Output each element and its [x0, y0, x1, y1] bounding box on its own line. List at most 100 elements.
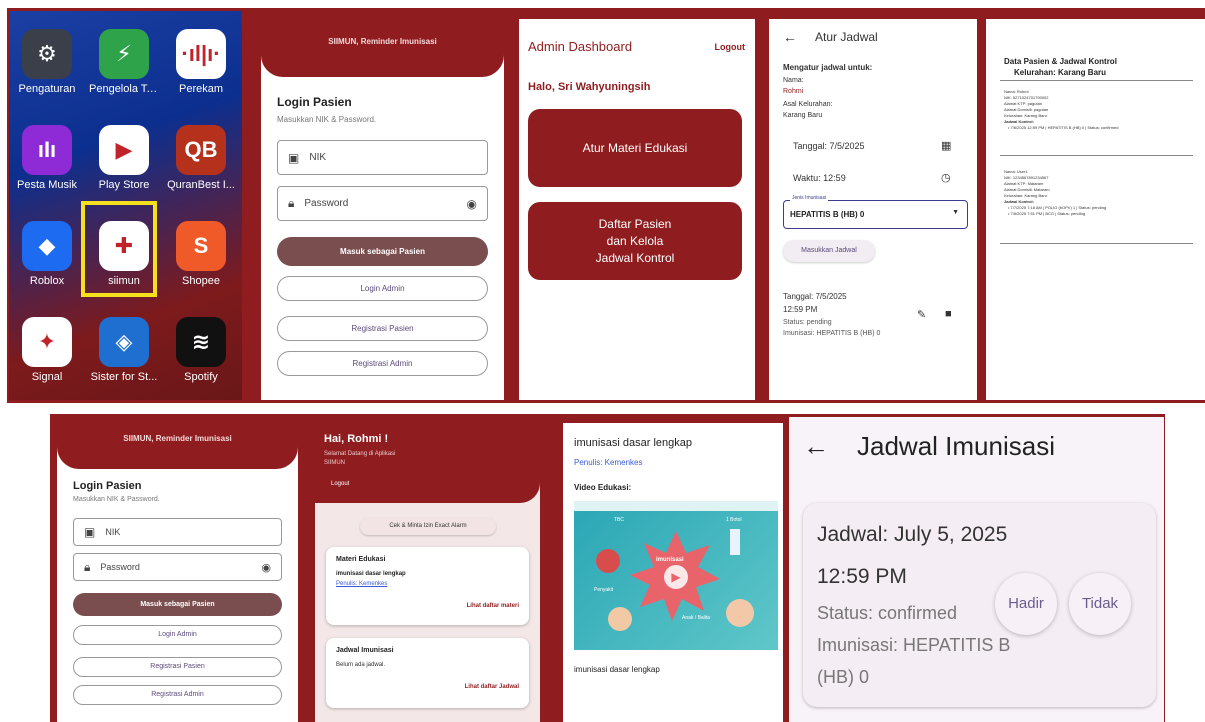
music-icon: ıIı [22, 125, 72, 175]
schedule-title: Atur Jadwal [815, 30, 878, 44]
password-placeholder-2: Password [100, 562, 140, 572]
login-patient-button-2[interactable]: Masuk sebagai Pasien [73, 593, 282, 616]
password-field-2[interactable]: 🔒︎ Password ◉ [73, 553, 282, 581]
lock-icon: 🔒︎ [84, 559, 91, 574]
app-pesta-musik[interactable]: ıIı Pesta Musik [12, 125, 82, 191]
login-subtitle-2: Masukkan NIK & Password. [73, 496, 160, 503]
patient-list-button[interactable]: Daftar Pasien dan Kelola Jadwal Kontrol [528, 202, 742, 280]
patient-list-line2: dan Kelola [606, 233, 664, 248]
video-tr-label: 1 Botol [726, 517, 742, 523]
trash-icon[interactable]: ■ [945, 308, 952, 320]
app-spotify[interactable]: ≋ Spotify [166, 317, 236, 383]
patient-list-line3: Jadwal Kontrol [595, 250, 675, 265]
phone-home-screen: ⚙ Pengaturan ⚡ Pengelola Tele... ·ıl|ı· Perek… [9, 11, 242, 400]
dropdown-arrow-icon: ▼ [952, 209, 959, 216]
back-arrow-icon[interactable]: ← [803, 431, 829, 462]
jadwal-time: 12:59 PM [817, 565, 907, 588]
login-admin-button-2[interactable]: Login Admin [73, 625, 282, 645]
time-text: Waktu: 12:59 [793, 173, 846, 183]
quran-icon: QB [176, 125, 226, 175]
play-icon[interactable]: ▶ [664, 565, 688, 589]
back-arrow-icon[interactable]: ← [783, 29, 797, 45]
recorder-icon: ·ıl|ı· [176, 29, 226, 79]
report-jadwal-item: • 7/6/2025 12:59 PM | HEPATITIS B (HB) 0… [1008, 125, 1119, 130]
edit-icon[interactable]: ✎ [917, 308, 926, 321]
user-logout-button[interactable]: Logout [331, 481, 349, 487]
hadir-button[interactable]: Hadir [995, 573, 1057, 635]
divider [1000, 243, 1193, 244]
register-patient-button-2[interactable]: Registrasi Pasien [73, 657, 282, 677]
app-perekam[interactable]: ·ıl|ı· Perekam [166, 29, 236, 95]
register-admin-button-2[interactable]: Registrasi Admin [73, 685, 282, 705]
app-label: Shopee [182, 275, 220, 287]
jadwal-date: Jadwal: July 5, 2025 [817, 523, 1008, 546]
item-time: 12:59 PM [783, 305, 818, 314]
report-line: Alamat KTP: pagutan [1004, 101, 1043, 106]
nama-label: Nama: [783, 77, 804, 84]
roblox-icon: ◆ [22, 221, 72, 271]
login-patient-button[interactable]: Masuk sebagai Pasien [277, 237, 488, 266]
play-store-icon: ▶ [99, 125, 149, 175]
clock-icon[interactable]: ◷ [941, 171, 951, 184]
immunization-type-select[interactable]: Jenis Imunisasi HEPATITIS B (HB) 0 ▼ [783, 195, 968, 229]
nik-field[interactable]: ▣ NIK [277, 140, 488, 175]
video-center-label: imunisasi [656, 557, 684, 563]
login-screen: SIIMUN, Reminder Imunisasi Login Pasien … [261, 19, 504, 400]
app-label: Sister for St... [90, 371, 158, 383]
password-placeholder: Password [304, 198, 349, 209]
app-shopee[interactable]: S Shopee [166, 221, 236, 287]
admin-dashboard: Admin Dashboard Logout Halo, Sri Wahyuni… [519, 19, 755, 400]
nama-value: Rohmi [783, 88, 804, 95]
calendar-icon[interactable]: ▦ [941, 139, 951, 152]
lock-icon: 🔒︎ [288, 196, 295, 210]
eye-off-icon[interactable]: ◉ [261, 561, 271, 574]
patient-list-line1: Daftar Pasien [598, 216, 672, 231]
report-jadwal-label: Jadwal Kontrol: [1004, 199, 1035, 204]
video-br-label: Anak / Balita [682, 615, 711, 621]
submit-schedule-button[interactable]: Masukkan Jadwal [783, 240, 875, 262]
item-status: Status: pending [783, 319, 832, 326]
divider [1000, 155, 1193, 156]
login-screen-2: SIIMUN, Reminder Imunisasi Login Pasien … [57, 423, 298, 722]
report-line: Alamat Domisili: pagutan [1004, 107, 1049, 112]
tidak-button[interactable]: Tidak [1069, 573, 1131, 635]
video-label: Video Edukasi: [574, 483, 632, 492]
report-subtitle: Kelurahan: Karang Baru [1014, 68, 1107, 77]
exact-alarm-button[interactable]: Cek & Minta Izin Exact Alarm [360, 518, 496, 535]
password-field[interactable]: 🔒︎ Password ◉ [277, 186, 488, 221]
login-header-2: SIIMUN, Reminder Imunisasi [57, 423, 298, 469]
item-date: Tanggal: 7/5/2025 [783, 292, 847, 301]
immunization-schedule-screen: ← Jadwal Imunisasi Jadwal: July 5, 2025 … [789, 417, 1164, 722]
welcome-line1: Selamat Datang di Aplikasi [324, 451, 396, 457]
login-admin-button[interactable]: Login Admin [277, 276, 488, 301]
app-roblox[interactable]: ◆ Roblox [12, 221, 82, 287]
app-sister-for-st[interactable]: ◈ Sister for St... [89, 317, 159, 383]
app-pengaturan[interactable]: ⚙ Pengaturan [12, 29, 82, 95]
video-player[interactable]: ▶ imunisasi TBC 1 Botol Penyakit Anak / … [574, 501, 778, 650]
app-play-store[interactable]: ▶ Play Store [89, 125, 159, 191]
schedule-detail-card: Jadwal: July 5, 2025 12:59 PM Status: co… [803, 503, 1156, 707]
schedule-card: Jadwal Imunisasi Belum ada jadwal. Lihat… [326, 638, 529, 708]
manage-education-button[interactable]: Atur Materi Edukasi [528, 109, 742, 187]
admin-logout-button[interactable]: Logout [715, 42, 746, 52]
register-patient-button[interactable]: Registrasi Pasien [277, 316, 488, 341]
view-materials-link[interactable]: Lihat daftar materi [467, 603, 519, 609]
kelurahan-label: Asal Kelurahan: [783, 101, 833, 108]
register-admin-button[interactable]: Registrasi Admin [277, 351, 488, 376]
video-bl-label: Penyakit [594, 587, 614, 593]
eye-off-icon[interactable]: ◉ [467, 197, 477, 211]
user-dashboard: Hai, Rohmi ! Selamat Datang di Aplikasi … [315, 423, 540, 722]
app-pengelola-tele[interactable]: ⚡ Pengelola Tele... [89, 29, 159, 95]
report-line: Nama: Rohmi [1004, 89, 1029, 94]
nik-field-2[interactable]: ▣ NIK [73, 518, 282, 546]
education-item[interactable]: imunisasi dasar lengkap [336, 571, 406, 577]
app-signal[interactable]: ✦ Signal [12, 317, 82, 383]
admin-greeting: Halo, Sri Wahyuningsih [528, 81, 651, 93]
report-line: Nama: User1 [1004, 169, 1028, 174]
jenis-label: Jenis Imunisasi [790, 195, 829, 201]
app-label: Roblox [29, 275, 65, 287]
view-schedule-link[interactable]: Lihat daftar Jadwal [465, 684, 519, 690]
app-quranbest-i[interactable]: QB QuranBest I... [166, 125, 236, 191]
education-card-title: Materi Edukasi [336, 556, 386, 563]
kelurahan-value: Karang Baru [783, 112, 823, 119]
